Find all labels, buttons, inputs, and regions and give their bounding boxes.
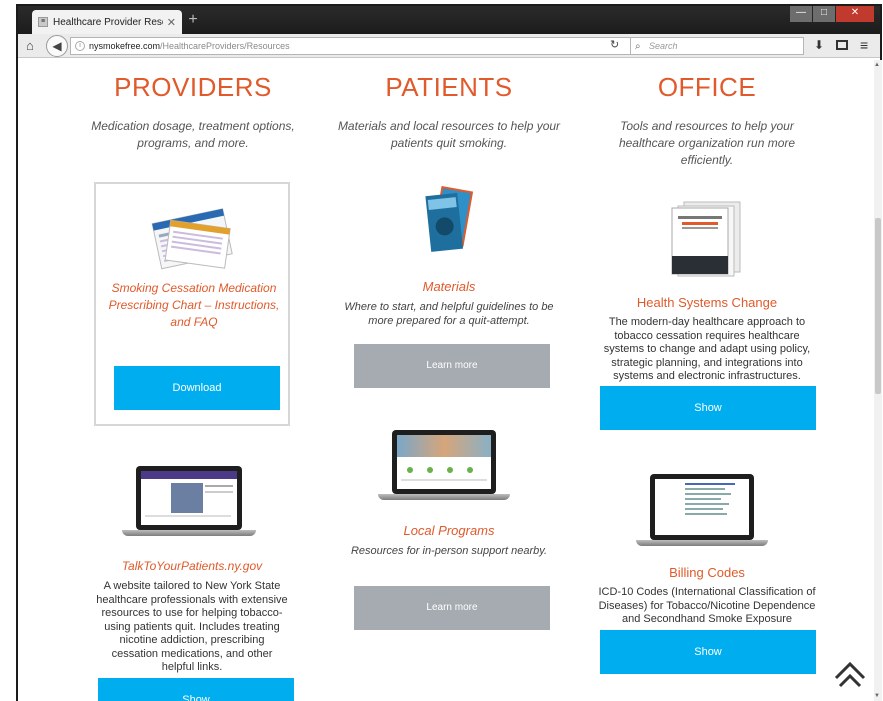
talktoyourpatients-screen-thumbnail	[136, 466, 242, 530]
tab-close-icon[interactable]: ✕	[167, 16, 176, 29]
window-close-icon[interactable]: ✕	[836, 6, 874, 22]
materials-title[interactable]: Materials	[334, 278, 564, 295]
local-programs-screen-thumbnail	[392, 430, 496, 494]
tab-title: Healthcare Provider Resour...	[53, 16, 163, 28]
talktoyourpatients-link[interactable]: TalkToYourPatients.ny.gov	[94, 558, 290, 575]
local-programs-learn-more-button[interactable]: Learn more	[354, 586, 550, 630]
new-tab-button[interactable]: +	[184, 12, 202, 30]
scroll-down-icon[interactable]: ▼	[874, 693, 880, 699]
url-path: /HealthcareProviders/Resources	[160, 41, 290, 51]
materials-learn-more-button[interactable]: Learn more	[354, 344, 550, 388]
materials-description: Where to start, and helpful guidelines t…	[344, 301, 554, 327]
prescribing-chart-title[interactable]: Smoking Cessation Medication Prescribing…	[106, 280, 282, 331]
page-content: PROVIDERS Medication dosage, treatment o…	[18, 60, 874, 701]
laptop-base	[378, 494, 510, 500]
url-host: nysmokefree.com	[89, 41, 161, 51]
browser-tab[interactable]: ≡ Healthcare Provider Resour... ✕	[32, 10, 182, 34]
materials-thumbnail	[425, 186, 474, 252]
health-systems-change-title[interactable]: Health Systems Change	[592, 294, 822, 311]
download-icon[interactable]: ⬇	[814, 38, 824, 52]
office-heading: OFFICE	[657, 72, 757, 102]
window-controls: — □ ✕	[790, 6, 874, 24]
providers-heading: PROVIDERS	[114, 72, 272, 102]
reload-icon[interactable]: ↻	[610, 38, 619, 51]
patients-intro: Materials and local resources to help yo…	[337, 119, 561, 150]
local-programs-title[interactable]: Local Programs	[334, 522, 564, 539]
vertical-scrollbar[interactable]: ▲ ▼	[874, 60, 882, 701]
back-icon[interactable]: ◀	[46, 35, 68, 57]
talktoyourpatients-description: A website tailored to New York State hea…	[96, 580, 288, 673]
navigation-bar: ⌂ ◀ i nysmokefree.com/HealthcareProvider…	[18, 34, 880, 58]
health-systems-change-show-button[interactable]: Show	[600, 386, 816, 430]
local-programs-description: Resources for in-person support nearby.	[350, 545, 548, 557]
search-placeholder: Search	[649, 41, 678, 51]
health-systems-manual-thumbnail	[671, 201, 741, 277]
billing-codes-description: ICD-10 Codes (International Classificati…	[598, 586, 816, 625]
laptop-base	[122, 530, 256, 536]
address-bar[interactable]: i nysmokefree.com/HealthcareProviders/Re…	[70, 37, 644, 55]
home-icon[interactable]: ⌂	[26, 38, 34, 53]
office-intro: Tools and resources to help your healthc…	[618, 119, 796, 167]
scroll-up-icon[interactable]: ▲	[874, 62, 880, 68]
billing-codes-screen-thumbnail	[650, 474, 754, 540]
laptop-base	[636, 540, 768, 546]
scrollbar-thumb[interactable]	[875, 218, 881, 394]
prescribing-chart-thumbnail	[151, 208, 233, 270]
sidebar-panel-icon[interactable]	[836, 40, 848, 50]
minimize-icon[interactable]: —	[790, 6, 812, 22]
download-button[interactable]: Download	[114, 366, 280, 410]
billing-codes-title[interactable]: Billing Codes	[592, 564, 822, 581]
search-input[interactable]: ⌕ Search	[630, 37, 804, 55]
talktoyourpatients-show-button[interactable]: Show	[98, 678, 294, 701]
menu-icon[interactable]: ≡	[860, 37, 868, 53]
providers-intro: Medication dosage, treatment options, pr…	[91, 119, 295, 150]
browser-window: ≡ Healthcare Provider Resour... ✕ + — □ …	[16, 4, 882, 701]
screenshot-frame: ≡ Healthcare Provider Resour... ✕ + — □ …	[0, 0, 883, 701]
back-to-top-icon[interactable]	[834, 660, 866, 688]
patients-heading: PATIENTS	[385, 72, 513, 102]
maximize-icon[interactable]: □	[813, 6, 835, 22]
tab-bar: ≡ Healthcare Provider Resour... ✕ + — □ …	[18, 6, 880, 34]
search-icon: ⌕	[635, 41, 641, 52]
favicon-icon: ≡	[38, 17, 48, 27]
health-systems-change-description: The modern-day healthcare approach to to…	[603, 316, 811, 382]
billing-codes-show-button[interactable]: Show	[600, 630, 816, 674]
site-info-icon[interactable]: i	[75, 41, 85, 51]
